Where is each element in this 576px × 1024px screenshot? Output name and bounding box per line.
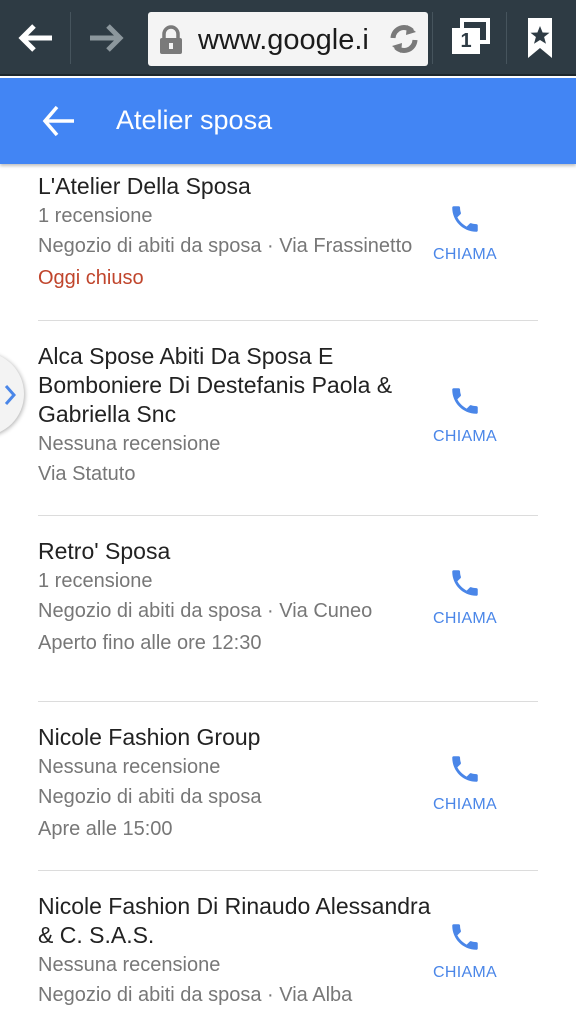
opening-hours: Apre alle 15:00 [38, 818, 173, 840]
side-drawer-handle[interactable] [0, 352, 24, 436]
back-arrow-icon[interactable] [40, 102, 78, 140]
call-button[interactable]: CHIAMA [430, 566, 500, 628]
call-label: CHIAMA [432, 796, 498, 813]
business-name[interactable]: Retro' Sposa [38, 537, 538, 566]
browser-forward-button[interactable] [84, 14, 128, 62]
toolbar-divider [70, 12, 71, 64]
call-button[interactable]: CHIAMA [430, 384, 500, 446]
call-button[interactable]: CHIAMA [430, 920, 500, 982]
browser-back-button[interactable] [14, 14, 58, 62]
address-bar[interactable]: www.google.i [148, 12, 428, 66]
divider [38, 320, 538, 321]
chevron-right-icon [4, 385, 16, 405]
app-header: Atelier sposa [0, 78, 576, 164]
business-details: Via Statuto [38, 463, 136, 485]
phone-icon [452, 756, 478, 782]
phone-icon [452, 924, 478, 950]
tabs-button[interactable]: 1 [446, 16, 496, 60]
browser-toolbar: www.google.i 1 [0, 0, 576, 76]
business-name[interactable]: Nicole Fashion Group [38, 723, 538, 752]
divider [38, 870, 538, 871]
opening-hours: Aperto fino alle ore 12:30 [38, 632, 262, 654]
call-label: CHIAMA [432, 246, 498, 263]
call-button[interactable]: CHIAMA [430, 752, 500, 814]
opening-hours: Oggi chiuso [38, 267, 144, 289]
toolbar-divider [432, 12, 433, 64]
call-label: CHIAMA [432, 610, 498, 627]
phone-icon [452, 206, 478, 232]
toolbar-divider [506, 12, 507, 64]
refresh-icon[interactable] [386, 21, 422, 57]
call-label: CHIAMA [432, 428, 498, 445]
bookmark-star-icon [528, 18, 552, 58]
call-label: CHIAMA [432, 964, 498, 981]
lock-icon [160, 25, 182, 54]
page-title: Atelier sposa [116, 105, 273, 135]
phone-icon [452, 570, 478, 596]
arrow-right-icon [90, 24, 124, 52]
divider [38, 701, 538, 702]
divider [38, 515, 538, 516]
call-button[interactable]: CHIAMA [430, 202, 500, 264]
business-name[interactable]: L'Atelier Della Sposa [38, 172, 538, 201]
tab-count: 1 [460, 30, 472, 52]
arrow-left-icon [18, 24, 52, 52]
url-text: www.google.i [198, 24, 369, 56]
bookmarks-button[interactable] [518, 16, 562, 60]
phone-icon [452, 388, 478, 414]
business-name[interactable]: Nicole Fashion Di Rinaudo Alessandra & C… [38, 892, 438, 950]
business-details: Negozio di abiti da sposa · Via Alba [38, 984, 353, 1006]
business-name[interactable]: Alca Spose Abiti Da Sposa E Bomboniere D… [38, 342, 448, 429]
